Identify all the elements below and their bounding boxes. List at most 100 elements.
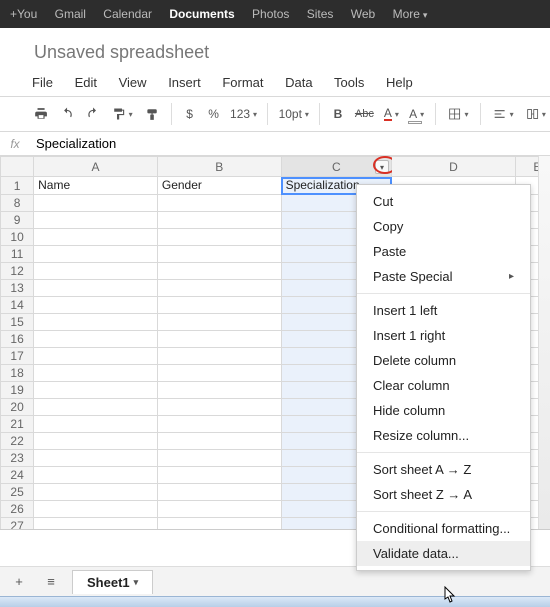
row-header[interactable]: 21 xyxy=(1,416,34,433)
row-header[interactable]: 25 xyxy=(1,484,34,501)
menu-file[interactable]: File xyxy=(32,75,53,90)
menu-validate-data[interactable]: Validate data... xyxy=(357,541,530,566)
menu-format[interactable]: Format xyxy=(222,75,263,90)
menu-cut[interactable]: Cut xyxy=(357,189,530,214)
cell[interactable] xyxy=(34,246,158,263)
cell[interactable] xyxy=(157,501,281,518)
menu-sort-az[interactable]: Sort sheet A → Z xyxy=(357,457,530,482)
row-header[interactable]: 13 xyxy=(1,280,34,297)
redo-icon[interactable] xyxy=(82,102,104,126)
cell[interactable] xyxy=(157,399,281,416)
cell[interactable] xyxy=(157,416,281,433)
cell[interactable] xyxy=(34,365,158,382)
row-header[interactable]: 14 xyxy=(1,297,34,314)
cell[interactable] xyxy=(34,518,158,531)
sheet-tab-arrow-icon[interactable]: ▾ xyxy=(134,577,139,588)
row-header[interactable]: 16 xyxy=(1,331,34,348)
bold-button[interactable]: B xyxy=(328,102,348,126)
row-header[interactable]: 18 xyxy=(1,365,34,382)
row-header[interactable]: 1 xyxy=(1,177,34,195)
menu-paste[interactable]: Paste xyxy=(357,239,530,264)
cell[interactable] xyxy=(157,484,281,501)
cell[interactable] xyxy=(157,450,281,467)
menu-help[interactable]: Help xyxy=(386,75,413,90)
merge-button[interactable] xyxy=(522,102,550,126)
nav-more[interactable]: More xyxy=(393,7,428,21)
cell[interactable] xyxy=(34,348,158,365)
cell[interactable] xyxy=(34,501,158,518)
menu-paste-special[interactable]: Paste Special xyxy=(357,264,530,289)
row-header[interactable]: 22 xyxy=(1,433,34,450)
sheet-tab-1[interactable]: Sheet1▾ xyxy=(72,570,153,594)
cell[interactable] xyxy=(157,297,281,314)
row-header[interactable]: 9 xyxy=(1,212,34,229)
cell[interactable] xyxy=(157,212,281,229)
cell[interactable] xyxy=(34,416,158,433)
row-header[interactable]: 15 xyxy=(1,314,34,331)
cell[interactable] xyxy=(157,518,281,531)
cell[interactable] xyxy=(34,382,158,399)
cell[interactable] xyxy=(157,365,281,382)
cell[interactable] xyxy=(157,195,281,212)
cell[interactable] xyxy=(157,263,281,280)
menu-copy[interactable]: Copy xyxy=(357,214,530,239)
number-format-button[interactable]: 123 xyxy=(228,102,260,126)
cell[interactable] xyxy=(34,212,158,229)
cell[interactable] xyxy=(34,280,158,297)
menu-hide-column[interactable]: Hide column xyxy=(357,398,530,423)
cell[interactable] xyxy=(157,348,281,365)
menu-sort-za[interactable]: Sort sheet Z → A xyxy=(357,482,530,507)
cell[interactable] xyxy=(157,382,281,399)
nav-documents[interactable]: Documents xyxy=(169,7,234,21)
row-header[interactable]: 20 xyxy=(1,399,34,416)
percent-button[interactable]: % xyxy=(204,102,224,126)
print-icon[interactable] xyxy=(30,102,52,126)
strikethrough-button[interactable]: Abc xyxy=(352,102,377,126)
cell[interactable] xyxy=(157,433,281,450)
paint-format-icon[interactable] xyxy=(108,102,136,126)
row-header[interactable]: 27 xyxy=(1,518,34,531)
row-header[interactable]: 19 xyxy=(1,382,34,399)
menu-edit[interactable]: Edit xyxy=(75,75,97,90)
borders-button[interactable] xyxy=(444,102,472,126)
add-sheet-button[interactable]: + xyxy=(8,571,30,593)
menu-resize-column[interactable]: Resize column... xyxy=(357,423,530,448)
cell[interactable] xyxy=(157,280,281,297)
row-header[interactable]: 23 xyxy=(1,450,34,467)
cell[interactable] xyxy=(157,246,281,263)
nav-web[interactable]: Web xyxy=(351,7,375,21)
cell[interactable] xyxy=(34,229,158,246)
row-header[interactable]: 8 xyxy=(1,195,34,212)
nav-plusyou[interactable]: +You xyxy=(10,7,37,21)
column-header-D[interactable]: D xyxy=(392,157,516,177)
nav-sites[interactable]: Sites xyxy=(307,7,334,21)
text-color-button[interactable]: A xyxy=(381,102,402,126)
vertical-scrollbar[interactable] xyxy=(538,156,550,529)
menu-insert-left[interactable]: Insert 1 left xyxy=(357,298,530,323)
row-header[interactable]: 11 xyxy=(1,246,34,263)
row-header[interactable]: 26 xyxy=(1,501,34,518)
align-button[interactable] xyxy=(489,102,517,126)
document-title[interactable]: Unsaved spreadsheet xyxy=(0,28,550,69)
cell[interactable] xyxy=(157,331,281,348)
formula-input[interactable] xyxy=(30,132,550,155)
cell[interactable] xyxy=(34,467,158,484)
select-all-corner[interactable] xyxy=(1,157,34,177)
menu-conditional-formatting[interactable]: Conditional formatting... xyxy=(357,516,530,541)
menu-insert[interactable]: Insert xyxy=(168,75,201,90)
currency-button[interactable]: $ xyxy=(180,102,200,126)
cell[interactable] xyxy=(34,484,158,501)
column-header-B[interactable]: B xyxy=(157,157,281,177)
cell[interactable] xyxy=(34,399,158,416)
row-header[interactable]: 12 xyxy=(1,263,34,280)
row-header[interactable]: 10 xyxy=(1,229,34,246)
menu-tools[interactable]: Tools xyxy=(334,75,364,90)
cell[interactable]: Gender xyxy=(157,177,281,195)
nav-calendar[interactable]: Calendar xyxy=(103,7,152,21)
undo-icon[interactable] xyxy=(56,102,78,126)
menu-delete-column[interactable]: Delete column xyxy=(357,348,530,373)
column-menu-arrow-icon[interactable]: ▾ xyxy=(375,160,389,174)
cell[interactable] xyxy=(34,450,158,467)
nav-gmail[interactable]: Gmail xyxy=(55,7,86,21)
fill-color-button[interactable]: A xyxy=(406,102,427,126)
